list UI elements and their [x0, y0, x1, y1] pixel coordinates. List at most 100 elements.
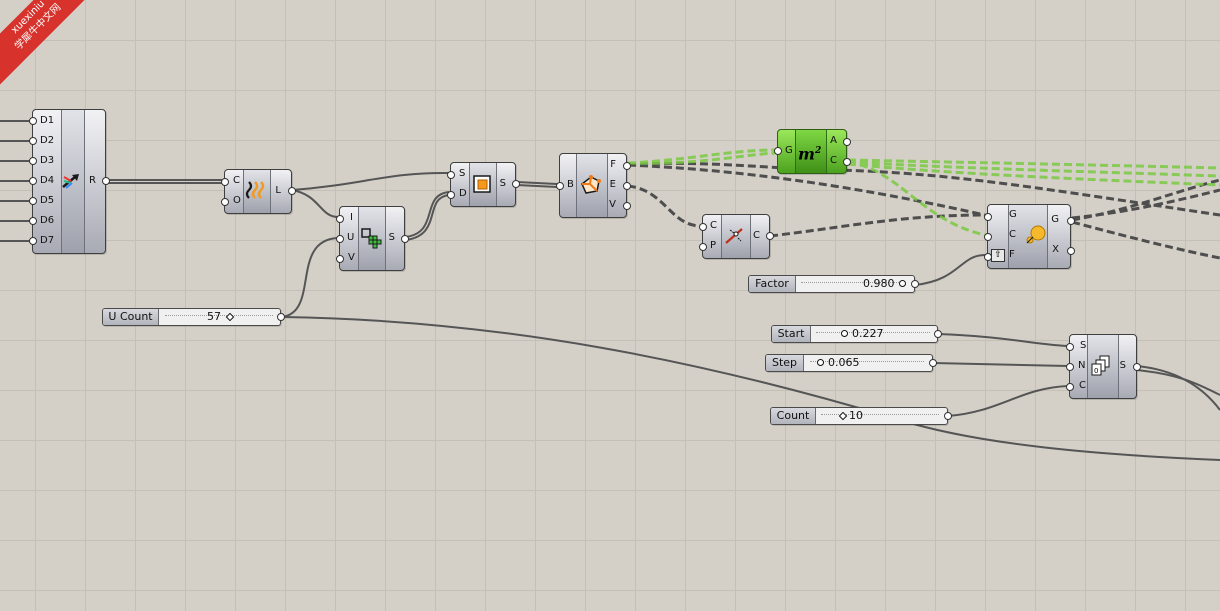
offset-output-grip[interactable]	[288, 187, 296, 195]
scale-component[interactable]: G C F ⇧ G X	[984, 204, 1075, 269]
u-count-slider-output-grip[interactable]	[277, 313, 285, 321]
factor-slider-knob[interactable]	[899, 280, 906, 287]
scale-input-g[interactable]: G	[1009, 209, 1017, 221]
boundary-input-s[interactable]: S	[459, 168, 465, 180]
svg-text:0: 0	[1094, 367, 1098, 375]
closest-input-p[interactable]: P	[710, 240, 716, 252]
offset-curve-component[interactable]: C O L	[221, 169, 296, 214]
boundary-surface-component[interactable]: S D S	[447, 162, 520, 207]
divide-surface-component[interactable]: I U V S	[336, 206, 409, 271]
area-output-grip[interactable]	[843, 138, 851, 146]
series-output-grip[interactable]	[1133, 363, 1141, 371]
boundary-grip[interactable]	[447, 171, 455, 179]
merge-component[interactable]: D1 D2 D3 D4 D5 D6 D7 R	[29, 109, 110, 254]
scale-grip[interactable]	[984, 233, 992, 241]
offset-input-o[interactable]: O	[233, 195, 241, 207]
series-grip[interactable]	[1066, 363, 1074, 371]
divide-grip[interactable]	[336, 255, 344, 263]
offset-output-l[interactable]: L	[275, 185, 281, 197]
start-slider-knob[interactable]	[841, 330, 848, 337]
brep-output-grip[interactable]	[623, 162, 631, 170]
scale-input-f[interactable]: F	[1009, 249, 1015, 261]
area-output-a[interactable]: A	[830, 135, 837, 147]
merge-grip[interactable]	[29, 237, 37, 245]
merge-input-d3[interactable]: D3	[40, 155, 54, 167]
merge-input-d5[interactable]: D5	[40, 195, 54, 207]
start-slider[interactable]: Start 0.227	[771, 325, 942, 343]
start-slider-output-grip[interactable]	[934, 330, 942, 338]
grasshopper-canvas[interactable]: xuexiniu 学犀牛中文网 D1 D2 D3 D4 D5 D6 D7 R C…	[0, 0, 1220, 611]
brep-output-grip[interactable]	[623, 202, 631, 210]
merge-grip[interactable]	[29, 197, 37, 205]
merge-input-d4[interactable]: D4	[40, 175, 54, 187]
area-output-c[interactable]: C	[830, 155, 837, 167]
divide-grip[interactable]	[336, 235, 344, 243]
step-slider[interactable]: Step 0.065	[765, 354, 937, 372]
factor-slider[interactable]: Factor 0.980	[748, 275, 919, 293]
step-slider-output-grip[interactable]	[929, 359, 937, 367]
boundary-output-grip[interactable]	[512, 180, 520, 188]
divide-input-i[interactable]: I	[350, 212, 353, 224]
series-input-c[interactable]: C	[1079, 380, 1086, 392]
u-count-slider[interactable]: U Count 57	[102, 308, 285, 326]
merge-grip[interactable]	[29, 117, 37, 125]
scale-output-g[interactable]: G	[1051, 214, 1059, 226]
factor-slider-output-grip[interactable]	[911, 280, 919, 288]
merge-output-r[interactable]: R	[89, 175, 96, 187]
merge-grip[interactable]	[29, 137, 37, 145]
divide-output-grip[interactable]	[401, 235, 409, 243]
scale-output-x[interactable]: X	[1052, 244, 1059, 256]
merge-input-d6[interactable]: D6	[40, 215, 54, 227]
offset-grip[interactable]	[221, 198, 229, 206]
closest-output-c[interactable]: C	[753, 230, 760, 242]
series-component[interactable]: S N C 0 S	[1066, 334, 1141, 399]
offset-input-c[interactable]: C	[233, 175, 240, 187]
scale-param-flag-icon[interactable]: ⇧	[991, 249, 1005, 262]
boundary-output-s[interactable]: S	[500, 178, 506, 190]
area-grip[interactable]	[774, 147, 782, 155]
series-input-n[interactable]: N	[1078, 360, 1085, 372]
boundary-input-d[interactable]: D	[459, 188, 467, 200]
scale-output-grip[interactable]	[1067, 247, 1075, 255]
brep-input-b[interactable]: B	[567, 179, 574, 191]
offset-grip[interactable]	[221, 178, 229, 186]
series-input-s[interactable]: S	[1080, 340, 1086, 352]
area-output-grip[interactable]	[843, 158, 851, 166]
series-output-s[interactable]: S	[1120, 360, 1126, 372]
series-grip[interactable]	[1066, 343, 1074, 351]
scale-input-c[interactable]: C	[1009, 229, 1016, 241]
closest-point-component[interactable]: C P C	[699, 214, 774, 259]
merge-grip[interactable]	[29, 157, 37, 165]
brep-output-v[interactable]: V	[609, 199, 616, 211]
divide-output-s[interactable]: S	[389, 232, 395, 244]
boundary-grip[interactable]	[447, 191, 455, 199]
count-slider[interactable]: Count 10	[770, 407, 952, 425]
brep-output-e[interactable]: E	[610, 179, 616, 191]
merge-input-d1[interactable]: D1	[40, 115, 54, 127]
merge-input-d7[interactable]: D7	[40, 235, 54, 247]
area-component[interactable]: G m2 A C	[774, 129, 851, 174]
scale-output-grip[interactable]	[1067, 217, 1075, 225]
brep-output-grip[interactable]	[623, 182, 631, 190]
closest-grip[interactable]	[699, 243, 707, 251]
count-slider-output-grip[interactable]	[944, 412, 952, 420]
brep-output-f[interactable]: F	[610, 159, 616, 171]
divide-input-u[interactable]: U	[347, 232, 354, 244]
deconstruct-brep-component[interactable]: B F E V	[556, 153, 631, 218]
area-input-g[interactable]: G	[785, 145, 793, 157]
divide-grip[interactable]	[336, 215, 344, 223]
brep-grip[interactable]	[556, 182, 564, 190]
closest-input-c[interactable]: C	[710, 220, 717, 232]
merge-grip[interactable]	[29, 177, 37, 185]
count-slider-value: 10	[849, 409, 863, 422]
series-grip[interactable]	[1066, 383, 1074, 391]
closest-grip[interactable]	[699, 223, 707, 231]
merge-output-grip[interactable]	[102, 177, 110, 185]
closest-output-grip[interactable]	[766, 232, 774, 240]
scale-grip[interactable]	[984, 213, 992, 221]
merge-grip[interactable]	[29, 217, 37, 225]
merge-input-d2[interactable]: D2	[40, 135, 54, 147]
divide-input-v[interactable]: V	[348, 252, 355, 264]
scale-grip[interactable]	[984, 253, 992, 261]
step-slider-knob[interactable]	[817, 359, 824, 366]
